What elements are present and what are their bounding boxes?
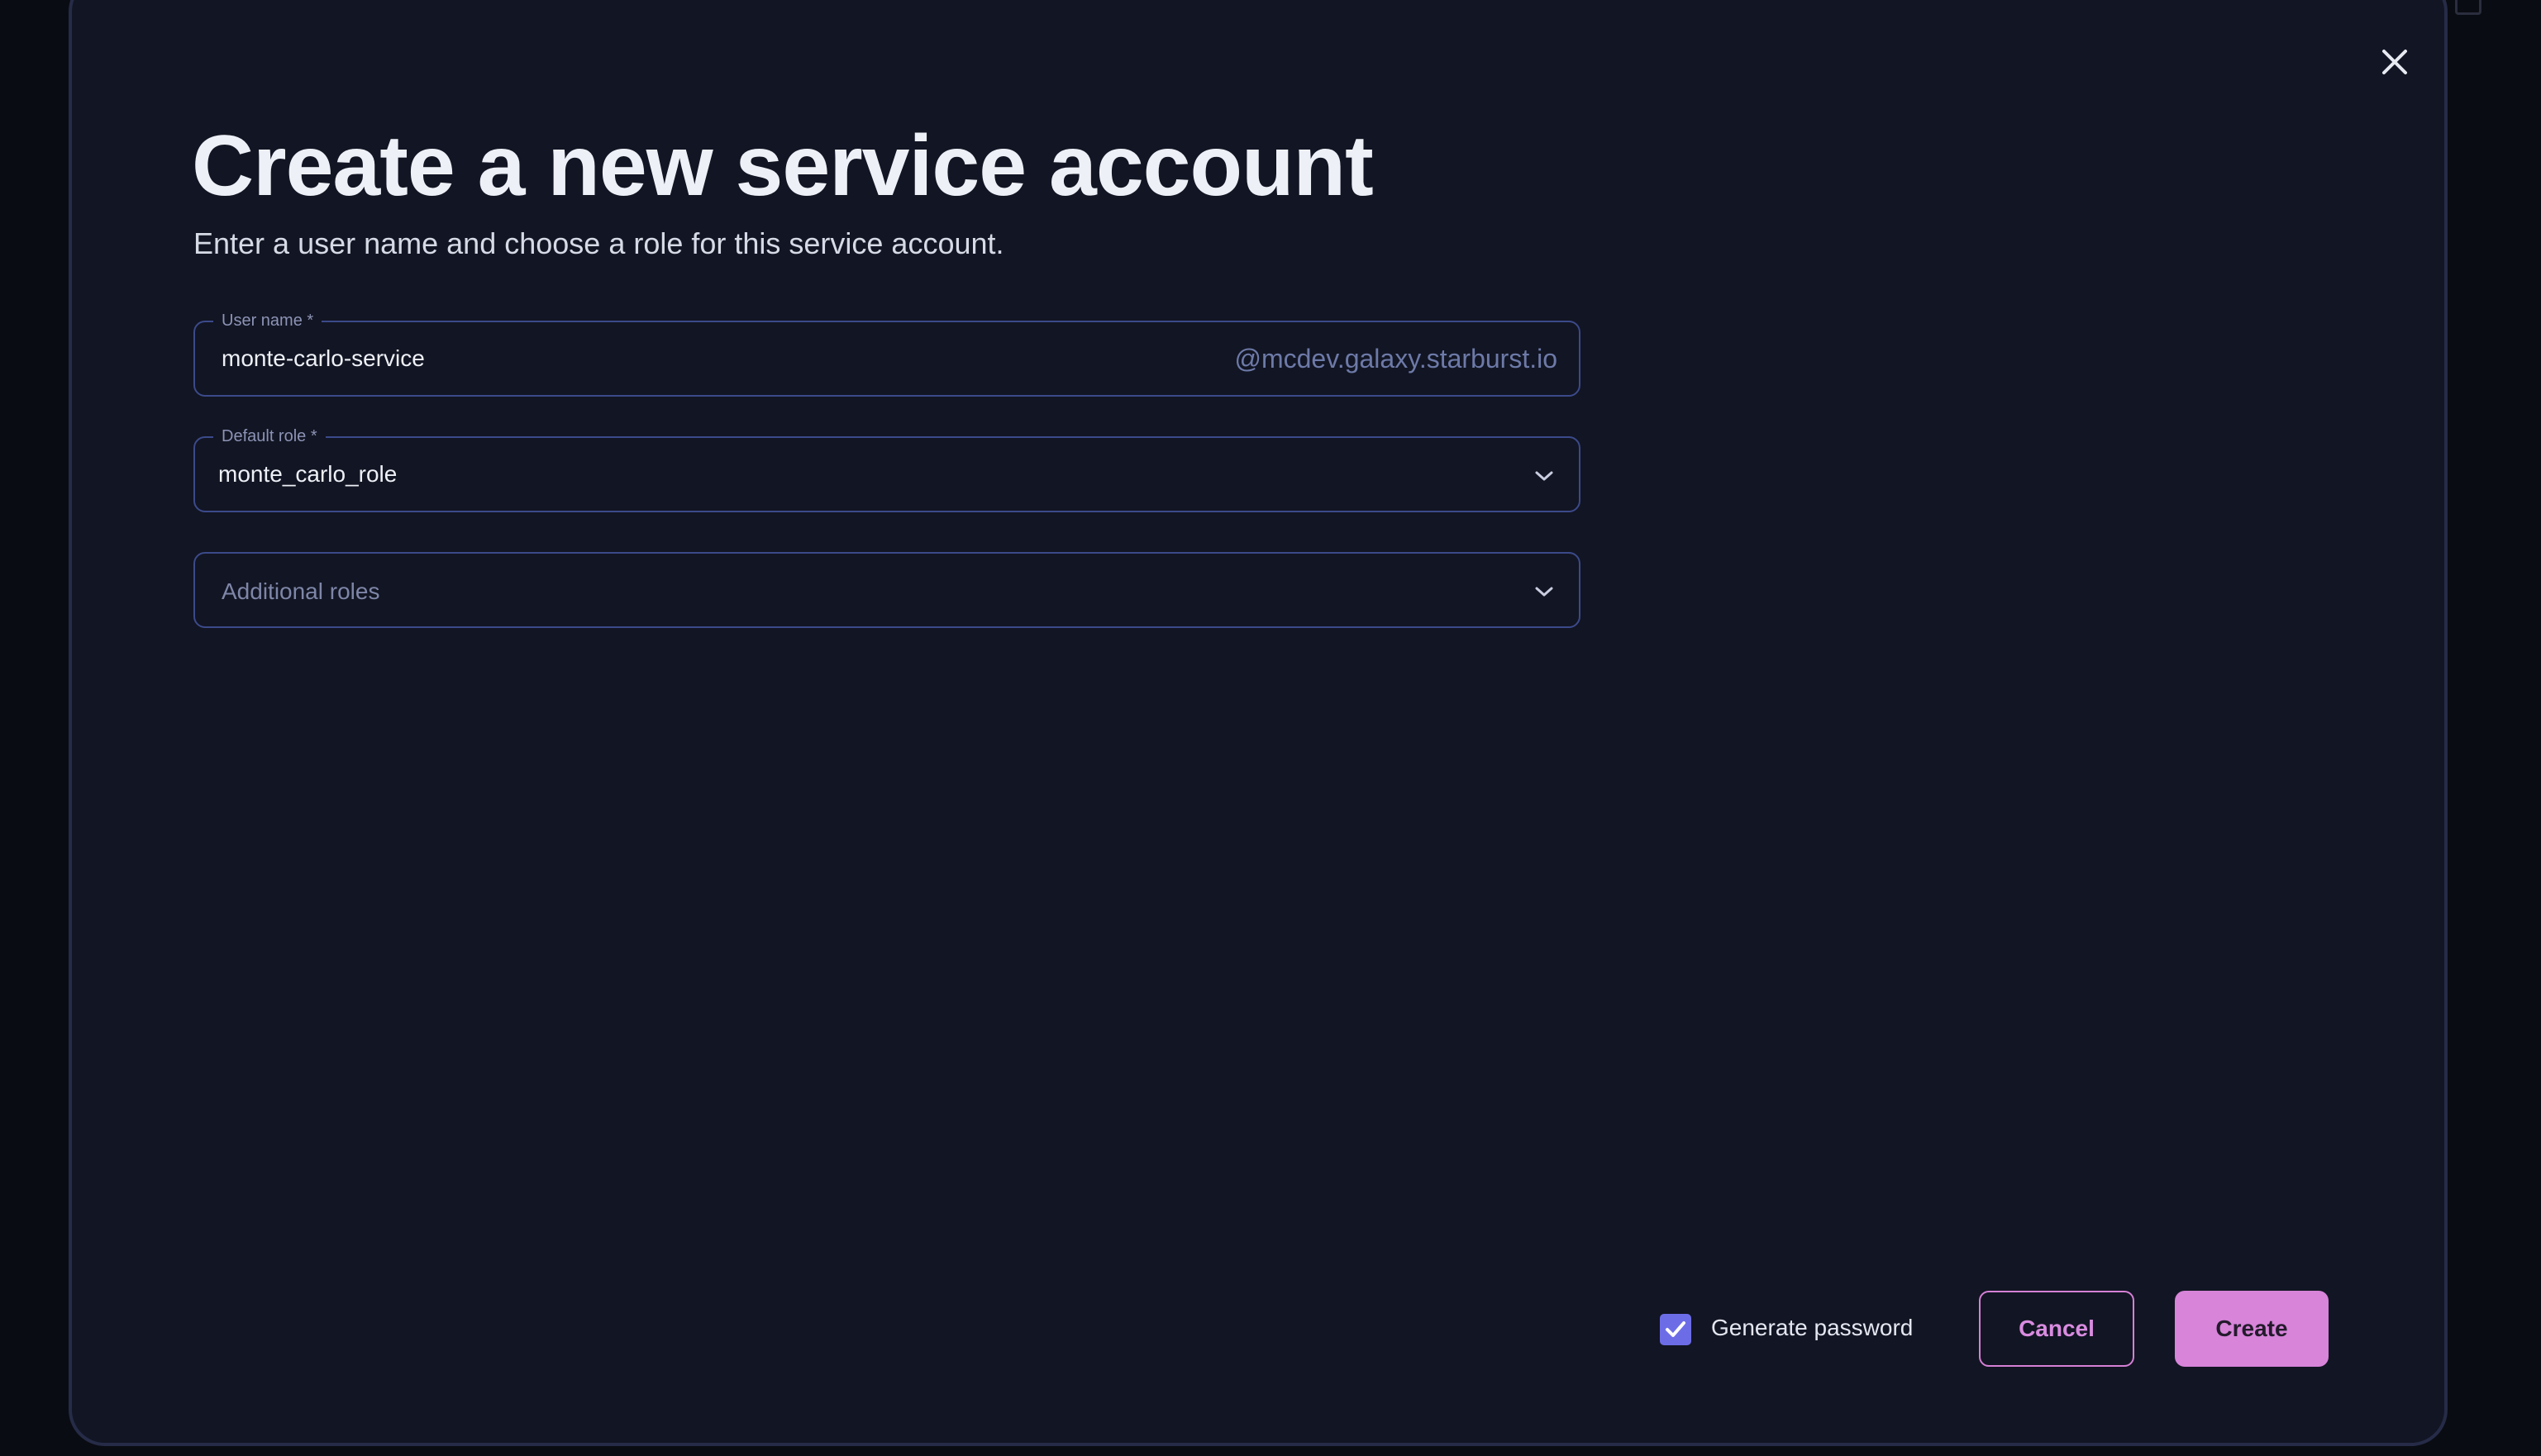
default-role-select[interactable]: Default role * monte_carlo_role: [193, 426, 1580, 512]
dialog-title: Create a new service account: [192, 118, 1374, 214]
user-name-label: User name *: [213, 311, 322, 331]
cancel-button[interactable]: Cancel: [1979, 1291, 2134, 1367]
default-role-value: monte_carlo_role: [218, 461, 398, 487]
generate-password-label[interactable]: Generate password: [1711, 1315, 1913, 1341]
default-role-dropdown-toggle[interactable]: [1533, 464, 1556, 488]
additional-roles-dropdown-toggle[interactable]: [1533, 580, 1556, 603]
user-name-input[interactable]: monte-carlo-service: [222, 345, 425, 372]
additional-roles-select[interactable]: Additional roles: [193, 552, 1580, 628]
chevron-down-icon: [1535, 471, 1553, 481]
close-icon: [2382, 50, 2407, 74]
domain-suffix: @mcdev.galaxy.starburst.io: [1234, 344, 1557, 374]
check-icon: [1666, 1321, 1685, 1337]
create-button[interactable]: Create: [2175, 1291, 2329, 1367]
default-role-label: Default role *: [213, 426, 326, 446]
user-name-field[interactable]: User name * monte-carlo-service @mcdev.g…: [193, 311, 1580, 397]
close-button[interactable]: [2372, 40, 2417, 84]
dialog-subtitle: Enter a user name and choose a role for …: [193, 226, 1004, 260]
chevron-down-icon: [1535, 587, 1553, 597]
generate-password-checkbox[interactable]: [1660, 1314, 1691, 1345]
create-service-account-dialog: Create a new service account Enter a use…: [69, 0, 2448, 1446]
additional-roles-placeholder: Additional roles: [222, 578, 380, 604]
background-window-icon: [2455, 0, 2481, 15]
